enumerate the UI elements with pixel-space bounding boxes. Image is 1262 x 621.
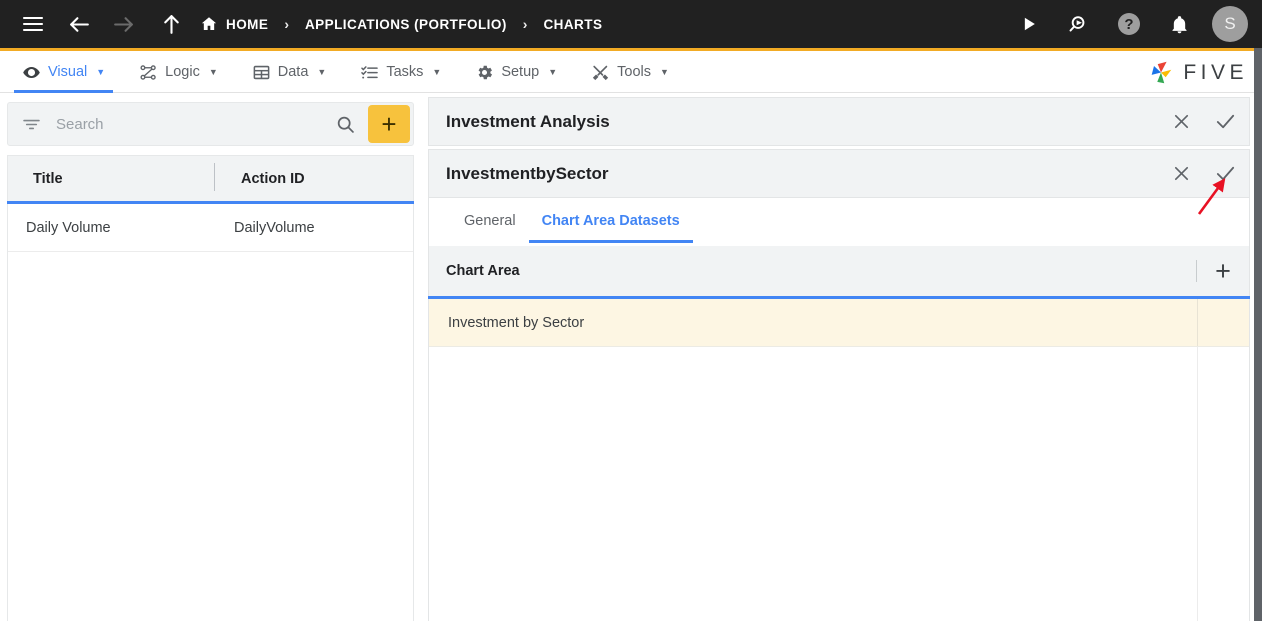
nodes-icon bbox=[139, 63, 158, 82]
column-header-action-id[interactable]: Action ID bbox=[214, 162, 413, 191]
eye-icon bbox=[22, 63, 41, 82]
chart-area-section-header: Chart Area + bbox=[428, 246, 1250, 296]
top-bar-actions: ? S bbox=[1012, 0, 1248, 48]
dataset-list-empty-area bbox=[429, 347, 1249, 621]
cell-action-id: DailyVolume bbox=[234, 219, 315, 236]
page-scrollbar-track[interactable] bbox=[1254, 48, 1262, 621]
breadcrumb-item-home[interactable]: HOME bbox=[200, 15, 268, 33]
list-table-body: Daily Volume DailyVolume bbox=[7, 204, 414, 621]
list-table-header: Title Action ID bbox=[7, 155, 414, 201]
chevron-down-icon: ▼ bbox=[660, 66, 669, 77]
main-menu-bar: Visual ▼ Logic ▼ Data ▼ Tasks ▼ Setup ▼ … bbox=[0, 48, 1262, 93]
chevron-down-icon: ▼ bbox=[317, 66, 327, 77]
tab-general-label: General bbox=[464, 212, 516, 229]
top-navigation-bar: HOME › APPLICATIONS (PORTFOLIO) › CHARTS bbox=[0, 0, 1262, 48]
table-row[interactable]: Daily Volume DailyVolume bbox=[8, 204, 413, 252]
chevron-down-icon: ▼ bbox=[96, 66, 106, 77]
menu-label-tools: Tools bbox=[617, 64, 651, 80]
menu-item-tasks[interactable]: Tasks ▼ bbox=[346, 51, 455, 93]
brand-text: FIVE bbox=[1183, 61, 1248, 84]
add-record-label: + bbox=[381, 109, 397, 139]
arrow-right-icon[interactable] bbox=[106, 7, 140, 41]
breadcrumb-item-charts[interactable]: CHARTS bbox=[543, 17, 602, 32]
list-item[interactable]: Investment by Sector bbox=[429, 299, 1249, 347]
five-brand-logo: FIVE bbox=[1146, 59, 1248, 87]
menu-item-tools[interactable]: Tools ▼ bbox=[577, 51, 683, 93]
chevron-down-icon: ▼ bbox=[548, 66, 558, 77]
hamburger-menu-icon[interactable] bbox=[16, 7, 50, 41]
menu-label-setup: Setup bbox=[501, 64, 540, 80]
avatar[interactable]: S bbox=[1212, 6, 1248, 42]
page-title: Investment Analysis bbox=[446, 111, 610, 131]
sub-form-header-actions bbox=[1167, 160, 1239, 188]
right-detail-panel: Investment Analysis InvestmentbySector G… bbox=[428, 94, 1254, 621]
tab-active-underline bbox=[528, 240, 693, 243]
form-header-investment-analysis: Investment Analysis bbox=[428, 97, 1250, 146]
notifications-bell-icon[interactable] bbox=[1162, 7, 1196, 41]
help-glyph: ? bbox=[1124, 15, 1134, 33]
breadcrumb: HOME › APPLICATIONS (PORTFOLIO) › CHARTS bbox=[200, 15, 602, 33]
menu-label-visual: Visual bbox=[48, 64, 88, 80]
search-bar: + bbox=[7, 102, 414, 146]
row-column-divider bbox=[1197, 299, 1198, 346]
menu-item-setup[interactable]: Setup ▼ bbox=[461, 51, 571, 93]
chart-area-title: Chart Area bbox=[446, 263, 520, 279]
tab-chart-area-datasets-label: Chart Area Datasets bbox=[541, 212, 680, 229]
menu-label-logic: Logic bbox=[165, 64, 200, 80]
empty-column-divider bbox=[1197, 347, 1198, 621]
tools-icon bbox=[591, 63, 610, 82]
gear-icon bbox=[475, 63, 494, 82]
tab-chart-area-datasets[interactable]: Chart Area Datasets bbox=[528, 198, 693, 243]
left-list-panel: + Title Action ID Daily Volume DailyVolu… bbox=[0, 94, 421, 621]
tab-general[interactable]: General bbox=[451, 198, 529, 243]
sub-page-title: InvestmentbySector bbox=[446, 163, 609, 183]
page-scrollbar-thumb[interactable] bbox=[1254, 48, 1262, 621]
detail-tabs: General Chart Area Datasets bbox=[428, 198, 1250, 246]
confirm-check-icon[interactable] bbox=[1211, 160, 1239, 188]
close-x-icon[interactable] bbox=[1167, 160, 1195, 188]
chart-area-actions: + bbox=[1197, 246, 1249, 296]
checklist-icon bbox=[360, 63, 379, 82]
menu-item-visual[interactable]: Visual ▼ bbox=[8, 51, 119, 93]
column-header-title[interactable]: Title bbox=[8, 171, 220, 187]
help-circle: ? bbox=[1118, 13, 1140, 35]
breadcrumb-item-applications[interactable]: APPLICATIONS (PORTFOLIO) bbox=[305, 17, 507, 32]
help-icon[interactable]: ? bbox=[1112, 7, 1146, 41]
add-chart-area-button[interactable]: + bbox=[1215, 257, 1231, 285]
add-record-button[interactable]: + bbox=[368, 105, 410, 143]
filter-icon[interactable] bbox=[21, 114, 42, 135]
form-header-actions bbox=[1167, 108, 1239, 136]
breadcrumb-separator: › bbox=[284, 16, 289, 32]
five-pinwheel-logo-icon bbox=[1146, 59, 1176, 87]
home-icon bbox=[200, 15, 218, 33]
arrow-up-icon[interactable] bbox=[154, 7, 188, 41]
table-grid-icon bbox=[252, 63, 271, 82]
search-icon[interactable] bbox=[335, 114, 356, 135]
breadcrumb-label-home: HOME bbox=[226, 16, 269, 32]
menu-label-tasks: Tasks bbox=[386, 64, 424, 80]
close-x-icon[interactable] bbox=[1167, 108, 1195, 136]
menu-item-data[interactable]: Data ▼ bbox=[238, 51, 341, 93]
search-run-icon[interactable] bbox=[1062, 7, 1096, 41]
breadcrumb-separator: › bbox=[522, 16, 528, 32]
breadcrumb-label-applications: APPLICATIONS (PORTFOLIO) bbox=[304, 16, 507, 32]
avatar-initial: S bbox=[1224, 14, 1236, 33]
chart-area-dataset-list: Investment by Sector bbox=[428, 299, 1250, 621]
breadcrumb-label-charts: CHARTS bbox=[543, 16, 603, 32]
menu-item-logic[interactable]: Logic ▼ bbox=[125, 51, 232, 93]
search-input[interactable] bbox=[56, 115, 335, 133]
confirm-check-icon[interactable] bbox=[1211, 108, 1239, 136]
dataset-row-label: Investment by Sector bbox=[448, 314, 585, 331]
menu-label-data: Data bbox=[277, 64, 309, 80]
chevron-down-icon: ▼ bbox=[208, 66, 218, 77]
menu-active-underline bbox=[14, 90, 114, 93]
app-root: HOME › APPLICATIONS (PORTFOLIO) › CHARTS bbox=[0, 0, 1262, 621]
form-header-investment-by-sector: InvestmentbySector bbox=[428, 149, 1250, 198]
arrow-left-icon[interactable] bbox=[62, 7, 96, 41]
run-play-icon[interactable] bbox=[1012, 7, 1046, 41]
chevron-down-icon: ▼ bbox=[432, 66, 442, 77]
cell-title: Daily Volume bbox=[26, 219, 111, 236]
